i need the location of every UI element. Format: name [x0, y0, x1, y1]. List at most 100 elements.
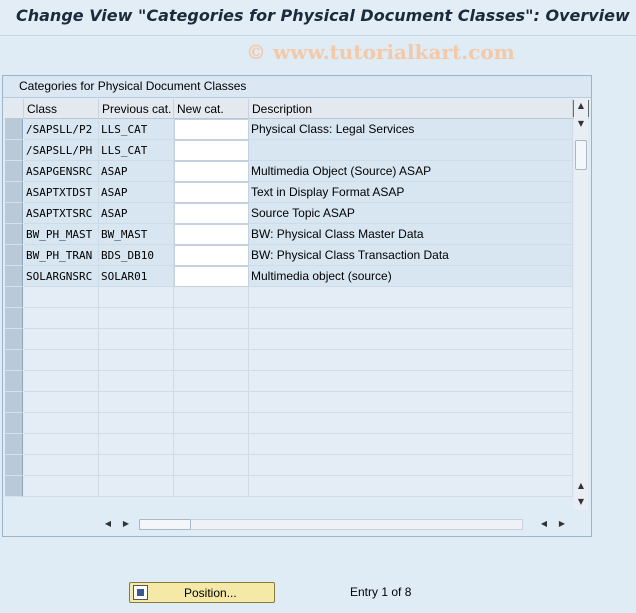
scroll-right-icon[interactable]: ▶ [555, 516, 569, 532]
cell-new-cat [174, 350, 249, 371]
cell-new-cat[interactable] [174, 266, 249, 287]
column-header-previous-cat[interactable]: Previous cat. [99, 99, 174, 119]
scroll-page-down-icon[interactable]: ▼ [574, 116, 588, 132]
cell-new-cat [174, 329, 249, 350]
cell-previous-cat [99, 434, 174, 455]
cell-class: SOLARGNSRC [24, 266, 99, 287]
vertical-scroll-thumb[interactable] [575, 140, 587, 170]
cell-new-cat[interactable] [174, 203, 249, 224]
row-selector[interactable] [5, 245, 23, 266]
row-selector[interactable] [5, 371, 23, 392]
horizontal-scroll-thumb[interactable] [139, 519, 191, 530]
cell-class [24, 308, 99, 329]
cell-description [249, 413, 573, 434]
row-selector[interactable] [5, 350, 23, 371]
table-row[interactable] [5, 392, 573, 413]
cell-new-cat[interactable] [174, 161, 249, 182]
cell-previous-cat: LLS_CAT [99, 140, 174, 161]
cell-description: Multimedia object (source) [249, 266, 573, 287]
cell-description [249, 392, 573, 413]
watermark: © www.tutorialkart.com [246, 40, 515, 64]
window-title: Change View "Categories for Physical Doc… [16, 6, 630, 25]
horizontal-scroll-track[interactable] [139, 519, 523, 530]
cell-class: BW_PH_TRAN [24, 245, 99, 266]
scroll-page-up-icon[interactable]: ▲ [574, 478, 588, 494]
table-row[interactable] [5, 371, 573, 392]
cell-description [249, 140, 573, 161]
cell-description: BW: Physical Class Master Data [249, 224, 573, 245]
cell-previous-cat [99, 350, 174, 371]
scroll-right-page-icon[interactable]: ▶ [119, 516, 133, 532]
table-header: Class Previous cat. New cat. Description [5, 99, 589, 119]
cell-previous-cat [99, 476, 174, 497]
cell-previous-cat: BW_MAST [99, 224, 174, 245]
table-row[interactable] [5, 308, 573, 329]
table-caption-text: Categories for Physical Document Classes [19, 79, 247, 93]
column-header-class[interactable]: Class [24, 99, 99, 119]
cell-class: /SAPSLL/P2 [24, 119, 99, 140]
cell-previous-cat [99, 287, 174, 308]
row-selector[interactable] [5, 392, 23, 413]
cell-class [24, 371, 99, 392]
table-caption: Categories for Physical Document Classes [3, 76, 591, 98]
table-control: Categories for Physical Document Classes… [2, 75, 592, 537]
row-selector[interactable] [5, 161, 23, 182]
cell-new-cat [174, 308, 249, 329]
cell-new-cat[interactable] [174, 182, 249, 203]
row-selector[interactable] [5, 182, 23, 203]
row-selector[interactable] [5, 434, 23, 455]
cell-previous-cat [99, 392, 174, 413]
table-row[interactable]: BW_PH_TRAN BDS_DB10 BW: Physical Class Tra… [5, 245, 573, 266]
cell-new-cat[interactable] [174, 245, 249, 266]
cell-description [249, 287, 573, 308]
row-selector[interactable] [5, 203, 23, 224]
position-button[interactable]: Position... [129, 582, 275, 603]
table-row[interactable]: ASAPTXTSRC ASAP Source Topic ASAP [5, 203, 573, 224]
table-row[interactable] [5, 434, 573, 455]
cell-previous-cat [99, 413, 174, 434]
row-selector[interactable] [5, 455, 23, 476]
row-selector[interactable] [5, 140, 23, 161]
table-row[interactable]: /SAPSLL/P2 LLS_CAT Physical Class: Legal S… [5, 119, 573, 140]
table-row[interactable]: BW_PH_MAST BW_MAST BW: Physical Class Mast… [5, 224, 573, 245]
scroll-left-icon[interactable]: ◀ [101, 516, 115, 532]
cell-class [24, 287, 99, 308]
table-row[interactable]: ASAPTXTDST ASAP Text in Display Format ASA… [5, 182, 573, 203]
row-selector[interactable] [5, 119, 23, 140]
row-selector[interactable] [5, 224, 23, 245]
cell-new-cat [174, 476, 249, 497]
cell-previous-cat: ASAP [99, 182, 174, 203]
scroll-down-icon[interactable]: ▼ [574, 494, 588, 510]
row-selector[interactable] [5, 287, 23, 308]
row-selector[interactable] [5, 413, 23, 434]
table-row[interactable] [5, 287, 573, 308]
table-row[interactable] [5, 455, 573, 476]
table-row[interactable]: SOLARGNSRC SOLAR01 Multimedia object (sour… [5, 266, 573, 287]
horizontal-scrollbar[interactable]: ◀ ▶ ◀ ▶ [5, 516, 589, 532]
row-selector[interactable] [5, 266, 23, 287]
cell-description [249, 308, 573, 329]
scroll-left-page-icon[interactable]: ◀ [537, 516, 551, 532]
column-header-description[interactable]: Description [249, 99, 573, 119]
table-row[interactable] [5, 350, 573, 371]
cell-new-cat[interactable] [174, 140, 249, 161]
application-toolbar: © www.tutorialkart.com [0, 36, 636, 70]
cell-previous-cat [99, 329, 174, 350]
cell-new-cat[interactable] [174, 119, 249, 140]
table-row[interactable]: ASAPGENSRC ASAP Multimedia Object (Source)… [5, 161, 573, 182]
table-row[interactable] [5, 476, 573, 497]
row-selector[interactable] [5, 308, 23, 329]
row-selector[interactable] [5, 329, 23, 350]
cell-new-cat[interactable] [174, 224, 249, 245]
cell-new-cat [174, 287, 249, 308]
row-selector[interactable] [5, 476, 23, 497]
scroll-up-icon[interactable]: ▲ [574, 98, 588, 114]
column-header-new-cat[interactable]: New cat. [174, 99, 249, 119]
vertical-scrollbar[interactable]: ▲ ▼ ▲ ▼ [574, 98, 588, 510]
cell-previous-cat: ASAP [99, 161, 174, 182]
table-row[interactable] [5, 413, 573, 434]
table-row[interactable]: /SAPSLL/PH LLS_CAT [5, 140, 573, 161]
select-all-header[interactable] [5, 99, 24, 119]
table-row[interactable] [5, 329, 573, 350]
entry-status: Entry 1 of 8 [350, 585, 412, 599]
